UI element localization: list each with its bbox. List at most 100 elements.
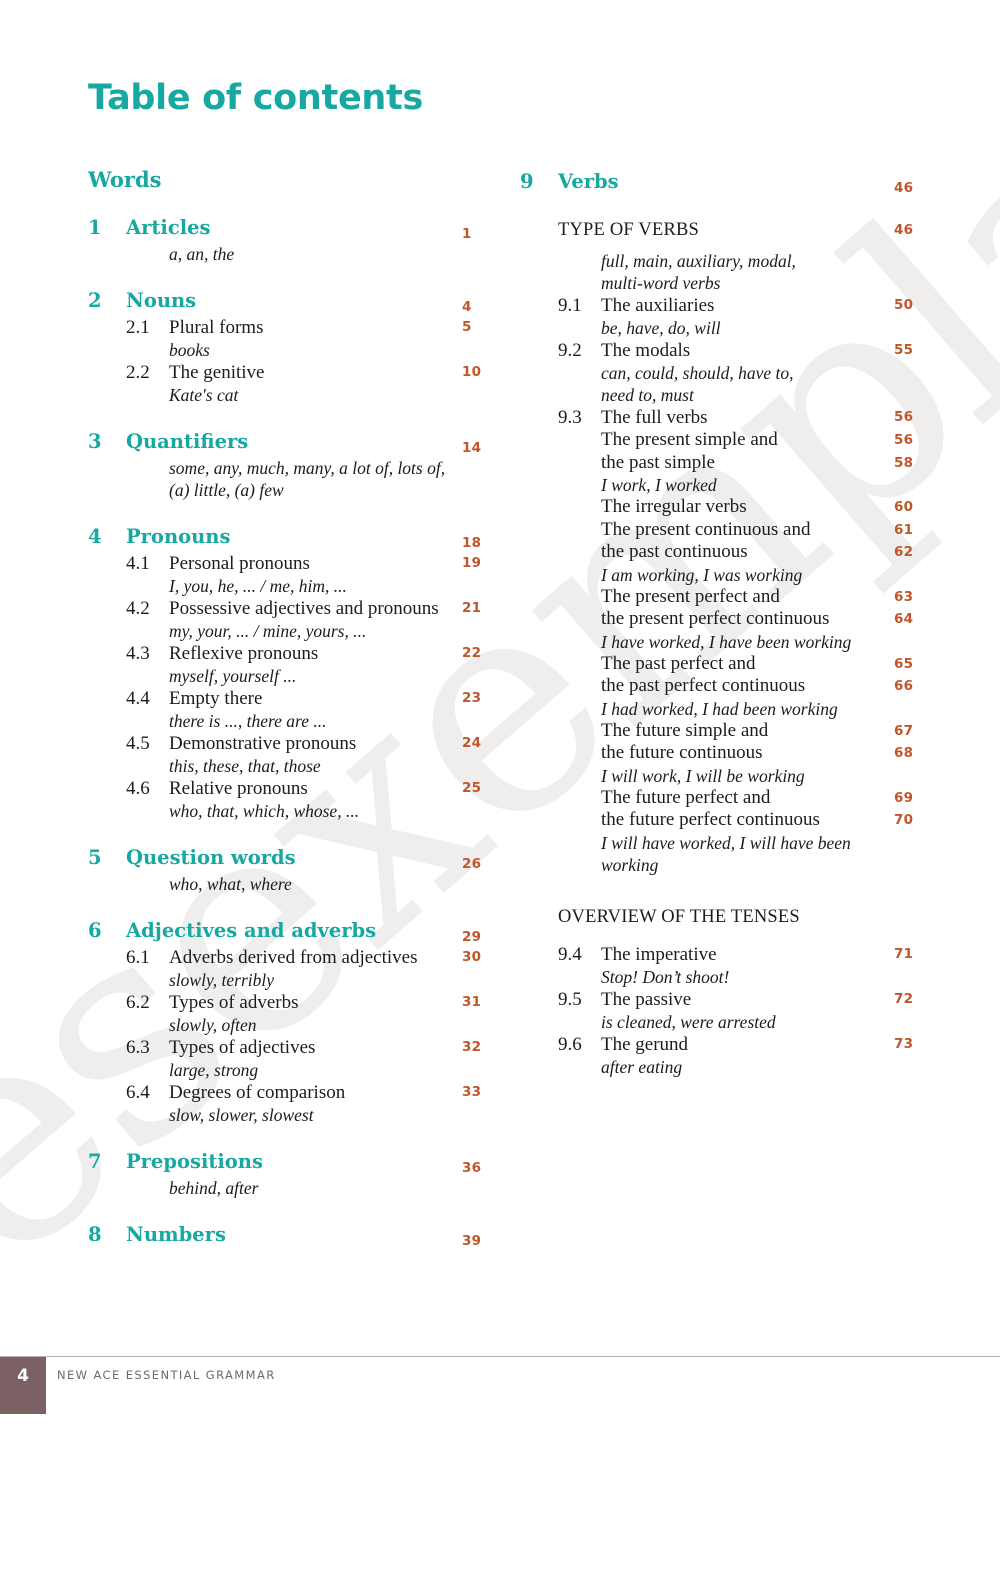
page-number: 58 xyxy=(894,454,914,471)
subsection-row[interactable]: 6.3 Types of adjectives 32 xyxy=(88,1036,488,1059)
tense-entry-label: The future simple and xyxy=(601,719,769,741)
chapter-number: 3 xyxy=(88,430,102,454)
subsection-row[interactable]: 9.1 The auxiliaries 50 xyxy=(520,294,920,317)
subsection-title: Relative pronouns xyxy=(169,778,308,800)
tense-entry-line[interactable]: The future simple and 67 xyxy=(520,720,920,743)
page-title: Table of contents xyxy=(88,78,423,118)
page-number: 30 xyxy=(462,949,482,966)
tense-entry-line[interactable]: The past perfect and 65 xyxy=(520,653,920,676)
subsection-number: 9.5 xyxy=(558,988,582,1010)
subsection-number: 9.1 xyxy=(558,295,582,316)
chapter-row[interactable]: 7 Prepositions 36 xyxy=(88,1148,488,1176)
page-number: 14 xyxy=(462,440,482,457)
footer-book-title: NEW ACE ESSENTIAL GRAMMAR xyxy=(57,1368,276,1382)
subsection-row[interactable]: 4.3 Reflexive pronouns 22 xyxy=(88,642,488,665)
tense-entry-line[interactable]: The present simple and 56 xyxy=(520,429,920,452)
subsection-title: The auxiliaries xyxy=(601,295,715,316)
subsection-row[interactable]: 4.2 Possessive adjectives and pronouns 2… xyxy=(88,597,488,620)
chapter-row[interactable]: 8 Numbers 39 xyxy=(88,1221,488,1249)
tense-entry-line[interactable]: The present perfect and 63 xyxy=(520,586,920,609)
toc-page: Table of contents Words 1 Articles 1 a, … xyxy=(0,0,1000,1414)
chapter-row[interactable]: 5 Question words 26 xyxy=(88,844,488,872)
section-header-type-of-verbs[interactable]: TYPE OF VERBS 46 xyxy=(520,219,920,242)
example-text: I had worked, I had been working xyxy=(601,698,838,719)
subsection-number: 9.3 xyxy=(558,407,582,428)
page-number: 50 xyxy=(894,297,914,313)
example-text: I work, I worked xyxy=(601,475,717,495)
tense-entry-line[interactable]: the present perfect continuous 64 xyxy=(520,608,920,631)
subsection-row[interactable]: 2.1 Plural forms 5 xyxy=(88,316,488,339)
section-header-label: OVERVIEW OF THE TENSES xyxy=(558,906,800,927)
page-number: 68 xyxy=(894,745,914,761)
subsection-title: Empty there xyxy=(169,688,263,710)
part-heading-words: Words xyxy=(88,167,162,192)
example-text: I will have worked, I will have been xyxy=(601,832,851,853)
example-text: I will work, I will be working xyxy=(601,765,805,786)
subsection-row[interactable]: 9.6 The gerund 73 xyxy=(520,1033,920,1056)
chapter-pronouns: 4 Pronouns 18 4.1 Personal pronouns 19 I… xyxy=(88,523,488,822)
tense-entry-line[interactable]: The future perfect and 69 xyxy=(520,787,920,810)
tense-entry-line[interactable]: The irregular verbs 60 xyxy=(520,496,920,519)
footer-page-number: 4 xyxy=(0,1357,46,1414)
page-number: 56 xyxy=(894,432,914,448)
page-number: 73 xyxy=(894,1035,914,1052)
tense-entry-line[interactable]: The present continuous and 61 xyxy=(520,519,920,542)
subsection-row[interactable]: 9.3 The full verbs 56 xyxy=(520,406,920,429)
tense-entry-line[interactable]: the past perfect continuous 66 xyxy=(520,675,920,698)
tense-entry-line[interactable]: the future continuous 68 xyxy=(520,742,920,765)
chapter-row[interactable]: 3 Quantifiers 14 xyxy=(88,428,488,456)
chapter-number: 2 xyxy=(88,289,102,313)
subsection-row[interactable]: 4.5 Demonstrative pronouns 24 xyxy=(88,732,488,755)
subsection-number: 2.2 xyxy=(126,362,150,384)
subsection-row[interactable]: 4.4 Empty there 23 xyxy=(88,687,488,710)
chapter-row[interactable]: 2 Nouns 4 xyxy=(88,287,488,315)
subsection-number: 4.6 xyxy=(126,778,150,800)
chapter-number: 8 xyxy=(88,1223,102,1247)
chapter-title: Quantifiers xyxy=(126,430,249,454)
tense-entry-label: The future perfect and xyxy=(601,786,771,808)
section-header-overview-of-the-tenses[interactable]: OVERVIEW OF THE TENSES xyxy=(520,906,920,929)
page-number: 61 xyxy=(894,521,914,538)
page-number: 1 xyxy=(462,226,472,243)
subsection-row[interactable]: 4.1 Personal pronouns 19 xyxy=(88,552,488,575)
tense-entry-line[interactable]: the future perfect continuous 70 xyxy=(520,809,920,832)
example-text: my, your, ... / mine, yours, ... xyxy=(169,621,367,642)
chapter-row[interactable]: 6 Adjectives and adverbs 29 xyxy=(88,917,488,945)
page-number: 60 xyxy=(894,499,914,515)
subsection-row[interactable]: 6.1 Adverbs derived from adjectives 30 xyxy=(88,946,488,969)
example-text: this, these, that, those xyxy=(169,756,321,777)
tense-entry-label: The present simple and xyxy=(601,429,778,450)
chapter-row[interactable]: 9 Verbs 46 xyxy=(520,168,920,196)
chapter-row[interactable]: 4 Pronouns 18 xyxy=(88,523,488,551)
tense-entry-label: the past simple xyxy=(601,451,715,473)
chapter-title: Question words xyxy=(126,846,296,870)
page-number: 56 xyxy=(894,409,914,425)
example-text: Kate's cat xyxy=(169,385,239,406)
tense-entry-line[interactable]: the past continuous 62 xyxy=(520,541,920,564)
example-text: need to, must xyxy=(601,385,694,405)
subsection-row[interactable]: 9.4 The imperative 71 xyxy=(520,943,920,966)
page-number: 63 xyxy=(894,588,914,605)
example-text: can, could, should, have to, xyxy=(601,363,794,383)
subsection-row[interactable]: 6.4 Degrees of comparison 33 xyxy=(88,1081,488,1104)
subsection-title: Plural forms xyxy=(169,317,264,339)
tense-entry-label: The present perfect and xyxy=(601,585,780,607)
subsection-row[interactable]: 2.2 The genitive 10 xyxy=(88,361,488,384)
example-text: I have worked, I have been working xyxy=(601,631,852,652)
page-number: 39 xyxy=(462,1233,482,1250)
chapter-row[interactable]: 1 Articles 1 xyxy=(88,214,488,242)
tense-entry-line[interactable]: the past simple 58 xyxy=(520,452,920,475)
page-footer: 4 NEW ACE ESSENTIAL GRAMMAR xyxy=(0,1357,1000,1414)
subsection-row[interactable]: 4.6 Relative pronouns 25 xyxy=(88,777,488,800)
page-number: 33 xyxy=(462,1084,482,1101)
subsection-title: The passive xyxy=(601,988,692,1010)
subsection-row[interactable]: 9.2 The modals 55 xyxy=(520,339,920,362)
subsection-row[interactable]: 9.5 The passive 72 xyxy=(520,988,920,1011)
chapter-number: 4 xyxy=(88,525,102,549)
example-text: full, main, auxiliary, modal, xyxy=(601,251,796,271)
example-text: is cleaned, were arrested xyxy=(601,1011,776,1032)
subsection-number: 9.4 xyxy=(558,943,582,965)
chapter-number: 7 xyxy=(88,1150,102,1174)
page-number: 5 xyxy=(462,319,472,336)
subsection-row[interactable]: 6.2 Types of adverbs 31 xyxy=(88,991,488,1014)
